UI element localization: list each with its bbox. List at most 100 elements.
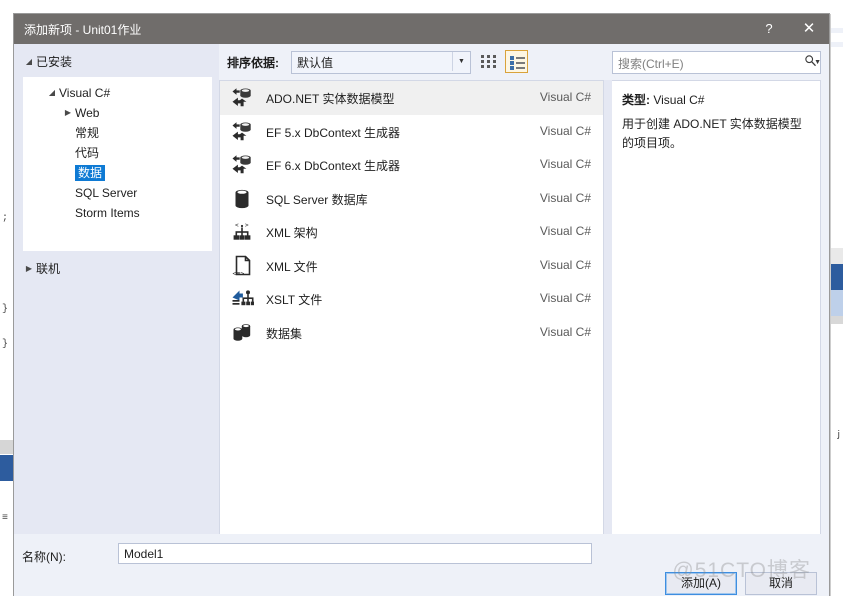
- tree-row-general[interactable]: 常规: [23, 123, 212, 143]
- tree-label-installed: 已安装: [36, 55, 73, 69]
- name-input[interactable]: [118, 543, 592, 564]
- list-item[interactable]: ADO.NET 实体数据模型 Visual C#: [220, 81, 603, 115]
- details-panel: 类型: Visual C# 用于创建 ADO.NET 实体数据模型的项目项。: [612, 80, 821, 550]
- chevron-right-icon[interactable]: ▶: [22, 259, 36, 279]
- tree-label-code: 代码: [75, 146, 100, 160]
- list-item-language: Visual C#: [539, 123, 591, 138]
- cancel-button[interactable]: 取消: [745, 572, 817, 595]
- sort-by-dropdown[interactable]: 默认值 ▼: [291, 51, 471, 74]
- close-button[interactable]: ✕: [789, 14, 829, 44]
- background-code-glyph: }: [2, 339, 9, 350]
- list-item[interactable]: < > XML 架构 Visual C#: [220, 215, 603, 249]
- background-right-glyph: 𝗃: [837, 430, 840, 440]
- chevron-expanded-icon[interactable]: ◢: [22, 52, 36, 72]
- list-item-language: Visual C#: [539, 324, 591, 339]
- background-right-chip: [831, 248, 843, 264]
- xml-file-icon: <≡>: [230, 254, 254, 278]
- svg-text:<: <: [235, 222, 239, 229]
- svg-text:>: >: [245, 222, 249, 229]
- tree-scroll-area[interactable]: ◢ Visual C# ▶ Web 常规 代码 数据 SQL Server St…: [22, 76, 213, 252]
- list-item[interactable]: <≡> XML 文件 Visual C#: [220, 249, 603, 283]
- list-item-language: Visual C#: [539, 190, 591, 205]
- xslt-file-icon: [230, 287, 254, 311]
- grid-view-icon: [481, 55, 496, 68]
- ado-net-model-icon: [230, 153, 254, 177]
- ado-net-model-icon: [230, 120, 254, 144]
- list-item[interactable]: SQL Server 数据库 Visual C#: [220, 182, 603, 216]
- list-item-language: Visual C#: [539, 224, 591, 238]
- chevron-down-icon[interactable]: ▼: [814, 59, 821, 66]
- chevron-expanded-icon[interactable]: ◢: [45, 83, 59, 103]
- grid-view-button[interactable]: [477, 50, 500, 73]
- list-item[interactable]: EF 5.x DbContext 生成器 Visual C#: [220, 115, 603, 149]
- tree-row-web[interactable]: ▶ Web: [23, 103, 212, 123]
- tree-label-general: 常规: [75, 126, 100, 140]
- list-item-name: ADO.NET 实体数据模型: [266, 92, 395, 106]
- list-item-name: XML 文件: [266, 259, 318, 274]
- templates-listbox[interactable]: ADO.NET 实体数据模型 Visual C# EF 5.x DbContex…: [219, 80, 604, 550]
- tree-label-online: 联机: [36, 262, 61, 276]
- tree-row-code[interactable]: 代码: [23, 143, 212, 163]
- background-right-strip: [830, 14, 843, 596]
- help-button[interactable]: ?: [749, 14, 789, 44]
- name-field-label: 名称(N):: [22, 550, 66, 564]
- list-item-name: 数据集: [266, 326, 303, 341]
- background-code-glyph: }: [2, 304, 9, 315]
- dataset-icon: [230, 321, 254, 345]
- tree-label-data: 数据: [75, 165, 106, 181]
- sort-by-value: 默认值: [297, 56, 334, 70]
- database-icon: [230, 187, 254, 211]
- background-code-glyph: ;: [2, 213, 9, 224]
- list-item[interactable]: XSLT 文件 Visual C#: [220, 282, 603, 316]
- background-panel-chip: [0, 440, 14, 454]
- tree-row-storm-items[interactable]: Storm Items: [23, 203, 212, 223]
- list-item-name: EF 6.x DbContext 生成器: [266, 159, 401, 173]
- add-button[interactable]: 添加(A): [665, 572, 737, 595]
- add-new-item-dialog: 添加新项 - Unit01作业 ? ✕ ◢ 已安装 ◢ Visual C# ▶ Web: [14, 14, 829, 596]
- list-view-button[interactable]: [505, 50, 528, 73]
- dialog-titlebar[interactable]: 添加新项 - Unit01作业 ? ✕: [14, 14, 829, 44]
- tree-row-visual-csharp[interactable]: ◢ Visual C#: [23, 83, 212, 103]
- background-panel-tab: [0, 455, 14, 481]
- background-right-chip: [831, 42, 843, 47]
- list-item[interactable]: 数据集 Visual C#: [220, 316, 603, 350]
- detail-type-label: 类型:: [622, 93, 650, 107]
- list-item-language: Visual C#: [539, 291, 591, 305]
- tree-group-installed[interactable]: ◢ 已安装: [14, 52, 219, 72]
- details-pane: 搜索(Ctrl+E) ▼ 类型: Visual C# 用于创建 ADO.NET …: [612, 44, 829, 596]
- list-item-language: Visual C#: [539, 257, 591, 272]
- xml-schema-icon: < >: [230, 220, 254, 244]
- background-right-chip: [831, 28, 843, 33]
- pane-divider: [604, 80, 612, 550]
- tree-label-sql-server: SQL Server: [75, 186, 138, 200]
- dialog-title: 添加新项 - Unit01作业: [24, 23, 142, 37]
- list-item[interactable]: EF 6.x DbContext 生成器 Visual C#: [220, 148, 603, 182]
- tree-group-online[interactable]: ▶ 联机: [14, 259, 219, 279]
- tree-row-data[interactable]: 数据: [23, 163, 212, 183]
- tree-row-sql-server[interactable]: SQL Server: [23, 183, 212, 203]
- dialog-footer: 名称(N): 添加(A) 取消: [14, 534, 829, 596]
- list-item-name: XSLT 文件: [266, 293, 323, 307]
- ado-net-model-icon: [230, 86, 254, 110]
- list-item-name: SQL Server 数据库: [266, 192, 368, 207]
- detail-type-row: 类型: Visual C#: [622, 91, 812, 108]
- sort-by-label: 排序依据:: [227, 56, 279, 70]
- tree-row-installed[interactable]: ◢ 已安装: [14, 52, 219, 72]
- background-right-chip: [831, 316, 843, 324]
- categories-tree-pane: ◢ 已安装 ◢ Visual C# ▶ Web 常规 代码 数据 SQL Ser…: [14, 44, 219, 596]
- background-right-tab: [831, 264, 843, 290]
- dialog-body: ◢ 已安装 ◢ Visual C# ▶ Web 常规 代码 数据 SQL Ser…: [14, 44, 829, 596]
- search-input[interactable]: 搜索(Ctrl+E) ▼: [612, 51, 821, 74]
- templates-list-pane: 排序依据: 默认值 ▼ ADO.NET 实体数据模型 Visual C# EF …: [219, 44, 604, 596]
- svg-text:<≡>: <≡>: [233, 269, 245, 277]
- tree-row-online[interactable]: ▶ 联机: [14, 259, 219, 279]
- chevron-right-icon[interactable]: ▶: [61, 103, 75, 123]
- tree-label-visual-csharp: Visual C#: [59, 86, 111, 100]
- background-code-glyph: ≡: [2, 513, 9, 524]
- list-view-icon: [510, 56, 525, 70]
- background-right-tab: [831, 290, 843, 316]
- tree-label-storm-items: Storm Items: [75, 206, 140, 220]
- tree-label-web: Web: [75, 106, 100, 120]
- chevron-down-icon[interactable]: ▼: [452, 52, 470, 71]
- list-item-name: EF 5.x DbContext 生成器: [266, 125, 401, 140]
